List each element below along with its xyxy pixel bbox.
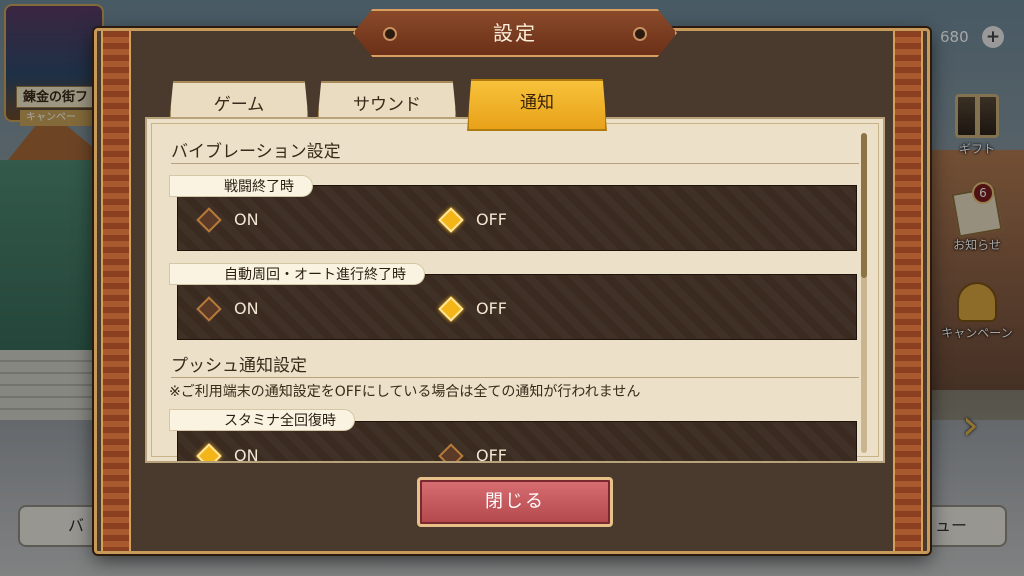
radio-off[interactable]: OFF (438, 207, 507, 233)
radio-off[interactable]: OFF (438, 296, 507, 322)
diamond-radio-icon (438, 296, 464, 322)
section-title-vibration: バイブレーション設定 (171, 142, 341, 162)
radio-on-label: ON (234, 299, 259, 318)
close-button[interactable]: 閉じる (417, 477, 613, 527)
frame-rail-right (893, 31, 923, 551)
radio-off-label: OFF (476, 446, 507, 463)
radio-off-label: OFF (476, 210, 507, 229)
radio-off-label: OFF (476, 299, 507, 318)
radio-on-label: ON (234, 210, 259, 229)
radio-on[interactable]: ON (196, 443, 259, 463)
diamond-radio-icon (438, 207, 464, 233)
row-label-stamina: スタミナ全回復時 (169, 409, 355, 431)
row-label-battle-end: 戦闘終了時 (169, 175, 313, 197)
radio-on-label: ON (234, 446, 259, 463)
diamond-radio-icon (196, 443, 222, 461)
settings-dialog: 設定 ゲーム サウンド バイブレーション設定 ON OFF 戦闘終了時 ON O… (94, 9, 930, 554)
radio-off[interactable]: OFF (438, 443, 507, 463)
divider (171, 377, 859, 378)
title-plate: 設定 (353, 9, 677, 57)
push-notice: ※ご利用端末の通知設定をOFFにしている場合は全ての通知が行われません (169, 384, 641, 400)
radio-on[interactable]: ON (196, 207, 259, 233)
settings-panel[interactable]: バイブレーション設定 ON OFF 戦闘終了時 ON OFF 自動周回・オート進… (145, 117, 885, 463)
diamond-radio-icon (196, 296, 222, 322)
divider (171, 163, 859, 164)
frame-rail-left (101, 31, 131, 551)
scrollbar[interactable] (861, 133, 867, 453)
diamond-radio-icon (438, 443, 464, 461)
dialog-title: 設定 (493, 21, 537, 45)
radio-on[interactable]: ON (196, 296, 259, 322)
diamond-radio-icon (196, 207, 222, 233)
row-label-auto-end: 自動周回・オート進行終了時 (169, 263, 425, 285)
section-title-push: プッシュ通知設定 (171, 356, 307, 376)
scroll-thumb[interactable] (861, 133, 867, 278)
tab-notification[interactable]: 通知 (467, 79, 607, 131)
